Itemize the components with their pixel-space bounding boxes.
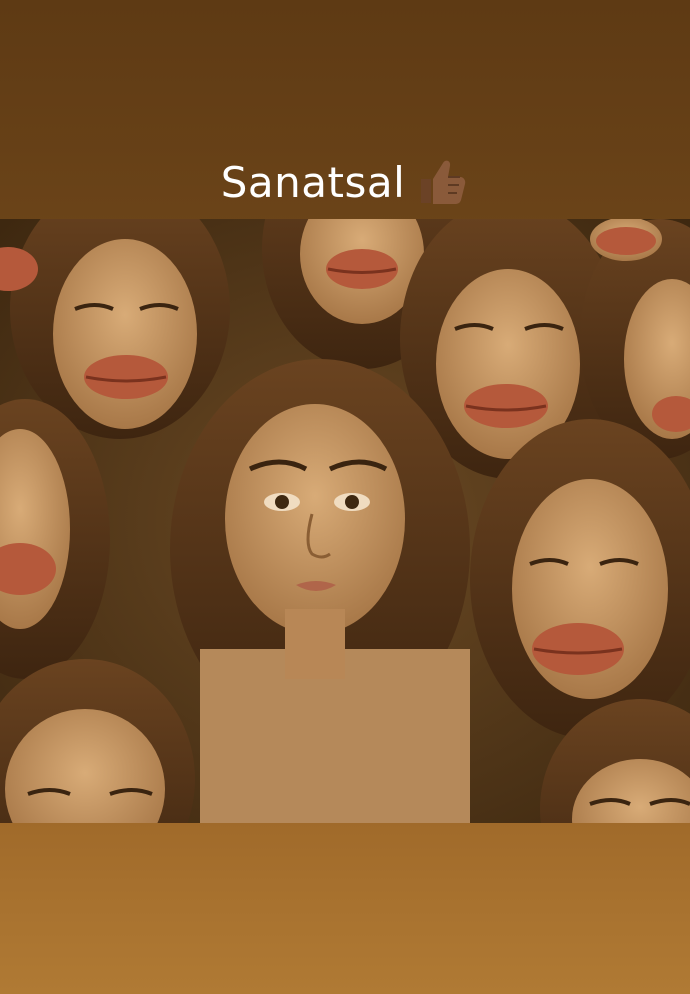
caption-text: Sanatsal xyxy=(220,157,406,207)
story-viewer[interactable]: Sanatsal xyxy=(0,0,690,994)
artwork-image xyxy=(0,219,690,823)
thumbs-up-icon xyxy=(415,155,469,209)
face-center xyxy=(170,359,470,823)
story-caption: Sanatsal xyxy=(0,150,690,214)
